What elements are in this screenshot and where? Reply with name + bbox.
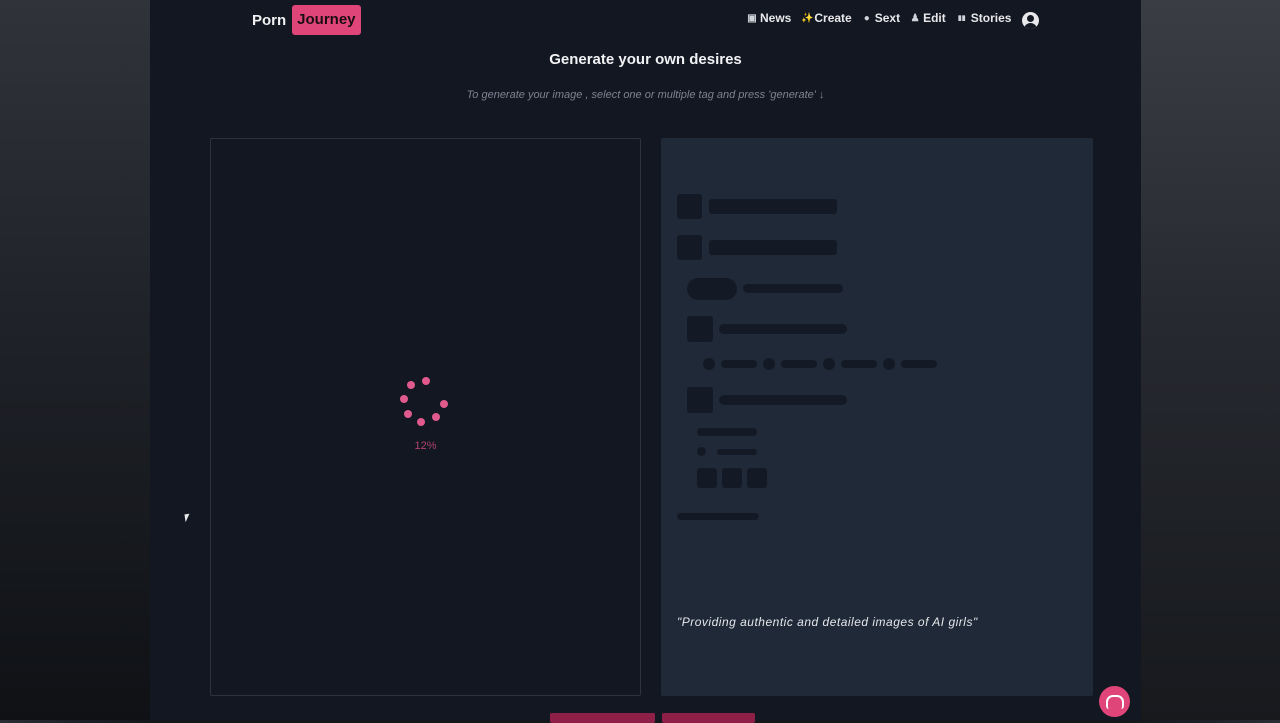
spinner-dot xyxy=(407,381,415,389)
top-navbar: Porn Journey ▣ News ✨ Create ● Sext ♟ Ed… xyxy=(150,0,1141,40)
skeleton-line xyxy=(719,324,847,334)
secondary-action-button[interactable] xyxy=(662,713,755,723)
skeleton-line xyxy=(841,360,877,368)
skeleton-line xyxy=(901,360,937,368)
image-preview-panel: 12% xyxy=(210,138,641,696)
skeleton-line xyxy=(781,360,817,368)
nav-item-label: Sext xyxy=(874,11,901,25)
generation-progress: 12% xyxy=(414,440,437,452)
nav-item-news[interactable]: ▣ News xyxy=(747,11,791,25)
skeleton-line xyxy=(719,395,847,405)
nav-item-label: Stories xyxy=(970,11,1012,25)
nav-item-stories[interactable]: ▮▮ Stories xyxy=(956,11,1012,25)
page-subtitle: To generate your image , select one or m… xyxy=(466,89,825,101)
skeleton-icon xyxy=(677,194,702,219)
brand-name-part1: Porn xyxy=(252,11,287,29)
newspaper-icon: ▣ xyxy=(747,12,757,24)
skeleton-dot xyxy=(883,358,895,370)
book-icon: ▮▮ xyxy=(957,15,966,22)
tagline-quote: "Providing authentic and detailed images… xyxy=(677,615,978,629)
skeleton-icon xyxy=(687,387,713,413)
nav-links: ▣ News ✨ Create ● Sext ♟ Edit ▮▮ Stories xyxy=(747,11,1011,25)
skeleton-swatch xyxy=(722,468,742,488)
spinner-dot xyxy=(422,377,430,385)
nav-item-sext[interactable]: ● Sext xyxy=(862,11,900,25)
user-account-icon[interactable] xyxy=(1022,12,1039,29)
generate-button[interactable] xyxy=(550,713,655,723)
spinner-dot xyxy=(440,400,448,408)
spinner-dot xyxy=(400,395,408,403)
skeleton-line xyxy=(743,284,843,293)
loading-spinner-icon xyxy=(400,377,452,429)
headset-icon xyxy=(1105,694,1124,709)
left-backdrop xyxy=(0,0,150,720)
chat-bubble-icon: ● xyxy=(863,12,870,24)
page-title: Generate your own desires xyxy=(549,51,742,68)
skeleton-swatch xyxy=(697,468,717,488)
skeleton-line xyxy=(717,449,757,455)
brand-logo[interactable]: Porn Journey xyxy=(252,5,361,35)
nav-item-label: Create xyxy=(814,11,852,25)
skeleton-line xyxy=(721,360,757,368)
support-chat-button[interactable] xyxy=(1099,686,1130,717)
skeleton-swatch xyxy=(747,468,767,488)
sparkles-icon: ✨ xyxy=(801,12,814,24)
spinner-dot xyxy=(404,410,412,418)
nav-item-create[interactable]: ✨ Create xyxy=(801,11,851,25)
skeleton-line xyxy=(709,199,837,214)
skeleton-line xyxy=(677,513,759,520)
nav-item-label: News xyxy=(760,11,792,25)
person-icon: ♟ xyxy=(910,12,920,24)
skeleton-dot xyxy=(703,358,715,370)
skeleton-dot xyxy=(823,358,835,370)
options-panel-loading: "Providing authentic and detailed images… xyxy=(661,138,1093,696)
skeleton-icon xyxy=(687,316,713,342)
brand-name-part2: Journey xyxy=(292,5,361,35)
skeleton-line xyxy=(709,240,837,255)
skeleton-line xyxy=(697,428,757,436)
page-container: Porn Journey ▣ News ✨ Create ● Sext ♟ Ed… xyxy=(150,0,1141,723)
nav-item-label: Edit xyxy=(923,11,946,25)
nav-item-edit[interactable]: ♟ Edit xyxy=(910,11,946,25)
skeleton-pill xyxy=(687,278,737,300)
mouse-cursor-icon xyxy=(184,513,191,523)
skeleton-dot xyxy=(763,358,775,370)
spinner-dot xyxy=(417,418,425,426)
skeleton-icon xyxy=(677,235,702,260)
right-backdrop xyxy=(1141,0,1280,720)
spinner-dot xyxy=(432,413,440,421)
skeleton-dot xyxy=(697,447,706,456)
